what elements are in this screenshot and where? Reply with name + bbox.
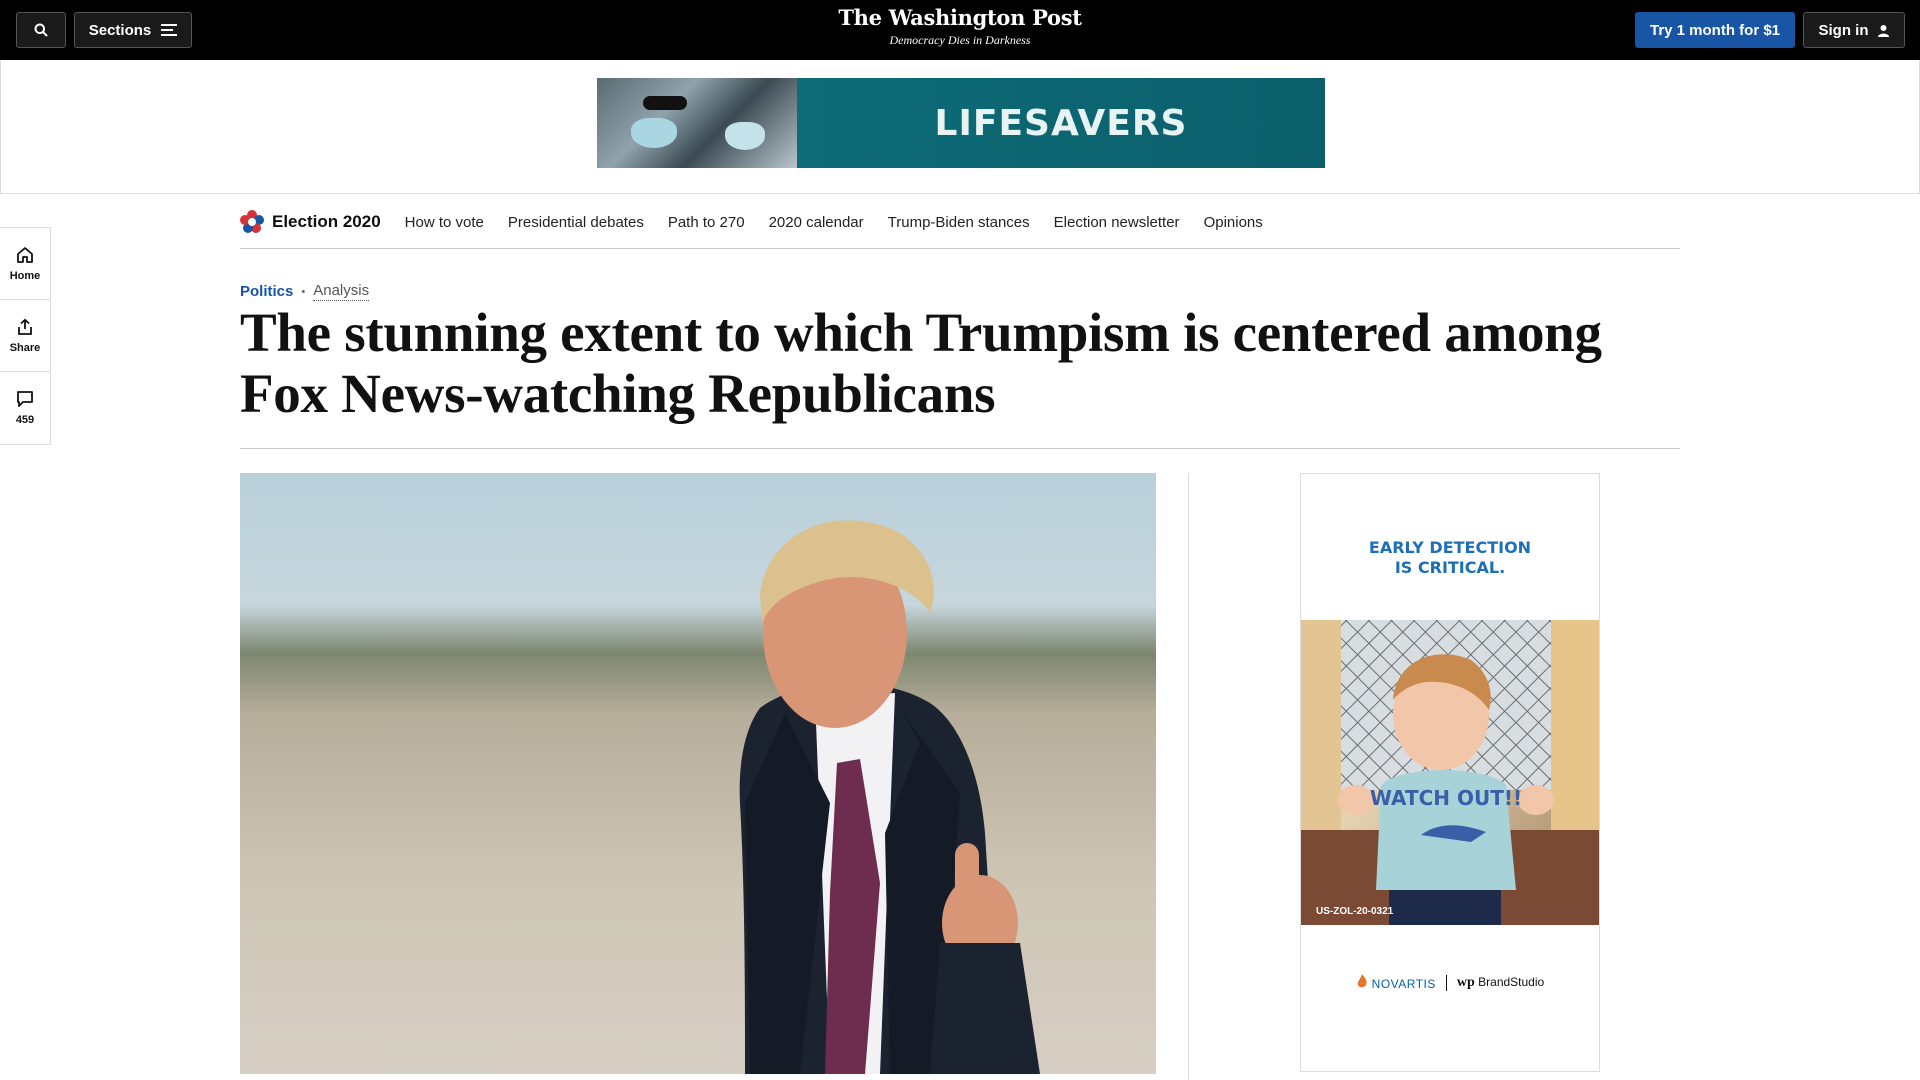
user-icon <box>1877 24 1889 37</box>
banner-photo <box>597 78 797 168</box>
novartis-logo: NOVARTIS <box>1356 974 1436 991</box>
nav-link-presidential-debates[interactable]: Presidential debates <box>508 214 644 231</box>
top-ad-band: LIFESAVERS <box>0 60 1920 194</box>
article-headline: The stunning extent to which Trumpism is… <box>240 302 1602 424</box>
election-brand-label: Election 2020 <box>272 212 381 231</box>
election-2020-brand[interactable]: Election 2020 <box>240 210 381 234</box>
side-ad-headline: EARLY DETECTION IS CRITICAL. <box>1368 538 1532 577</box>
nav-link-trump-biden-stances[interactable]: Trump-Biden stances <box>888 214 1030 231</box>
novartis-label: NOVARTIS <box>1371 977 1436 991</box>
comment-icon <box>17 391 33 407</box>
rail-home-label: Home <box>9 269 41 282</box>
nav-link-path-to-270[interactable]: Path to 270 <box>668 214 745 231</box>
subscribe-trial-button[interactable]: Try 1 month for $1 <box>1635 12 1795 48</box>
lead-photo-figure <box>739 520 1040 1074</box>
child-photo: WATCH OUT!! <box>1301 620 1599 925</box>
footer-separator <box>1445 974 1447 991</box>
rail-share-button[interactable]: Share <box>0 300 50 372</box>
share-icon <box>18 318 32 335</box>
sign-in-label: Sign in <box>1818 21 1869 39</box>
election-section-nav: Election 2020 How to vote Presidential d… <box>240 196 1680 249</box>
logo-name: The Washington Post <box>838 5 1082 30</box>
nav-link-opinions[interactable]: Opinions <box>1204 214 1263 231</box>
home-icon <box>17 246 33 263</box>
nav-link-2020-calendar[interactable]: 2020 calendar <box>769 214 864 231</box>
wp-brandstudio-logo: wp BrandStudio <box>1457 975 1544 991</box>
column-divider <box>1188 473 1189 1080</box>
section-link-politics[interactable]: Politics <box>240 283 293 300</box>
rail-comments-count: 459 <box>15 414 35 426</box>
novartis-side-ad[interactable]: EARLY DETECTION IS CRITICAL. WATCH OUT!!… <box>1300 473 1600 1072</box>
brandstudio-label: BrandStudio <box>1478 974 1545 989</box>
nav-link-election-newsletter[interactable]: Election newsletter <box>1054 214 1180 231</box>
election-star-icon <box>240 210 264 233</box>
headline-divider <box>240 448 1680 449</box>
side-ad-code: US-ZOL-20-0321 <box>1316 906 1394 917</box>
sign-in-button[interactable]: Sign in <box>1803 12 1905 48</box>
masthead: Sections The Washington Post Democracy D… <box>0 0 1920 60</box>
logo-tagline: Democracy Dies in Darkness <box>889 33 1031 47</box>
rail-home-button[interactable]: Home <box>0 228 50 300</box>
rail-comments-button[interactable]: 459 <box>0 372 50 444</box>
wp-mark: wp <box>1456 974 1475 990</box>
novartis-flame-icon <box>1357 974 1367 988</box>
analysis-label[interactable]: Analysis <box>313 282 370 301</box>
side-ad-footer: NOVARTIS wp BrandStudio <box>1301 974 1599 991</box>
banner-ad-text: LIFESAVERS <box>797 78 1325 168</box>
kicker-separator: • <box>301 285 306 298</box>
lead-photo <box>240 473 1156 1074</box>
share-rail: Home Share 459 <box>0 227 51 445</box>
side-ad-photo: WATCH OUT!! US-ZOL-20-0321 <box>1301 620 1599 925</box>
shirt-text: WATCH OUT!! <box>1370 786 1522 810</box>
site-logo[interactable]: The Washington Post Democracy Dies in Da… <box>0 5 1920 48</box>
lifesavers-banner-ad[interactable]: LIFESAVERS <box>597 78 1325 168</box>
article-kicker: Politics • Analysis <box>240 282 370 301</box>
nav-link-how-to-vote[interactable]: How to vote <box>405 214 484 231</box>
rail-share-label: Share <box>9 341 41 354</box>
